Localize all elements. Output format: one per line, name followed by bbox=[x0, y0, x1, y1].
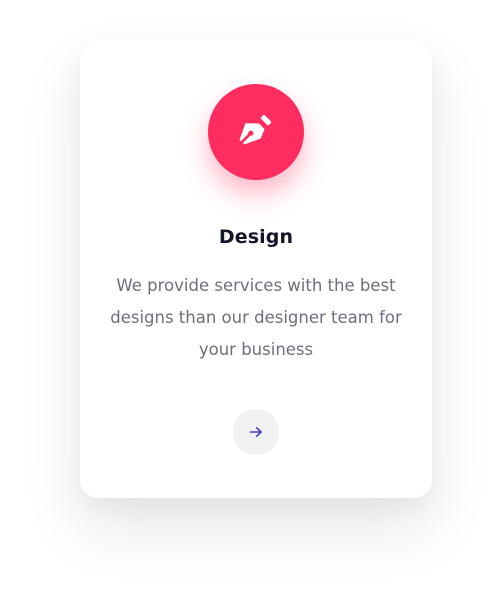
service-icon-badge bbox=[208, 84, 304, 180]
page: Design We provide services with the best… bbox=[0, 0, 492, 598]
arrow-right-icon bbox=[249, 427, 262, 437]
card-title: Design bbox=[218, 226, 294, 248]
read-more-button[interactable] bbox=[233, 409, 279, 455]
pen-nib-icon bbox=[239, 114, 272, 145]
card-description: We provide services with the best design… bbox=[110, 276, 402, 359]
service-card: Design We provide services with the best… bbox=[80, 40, 432, 498]
